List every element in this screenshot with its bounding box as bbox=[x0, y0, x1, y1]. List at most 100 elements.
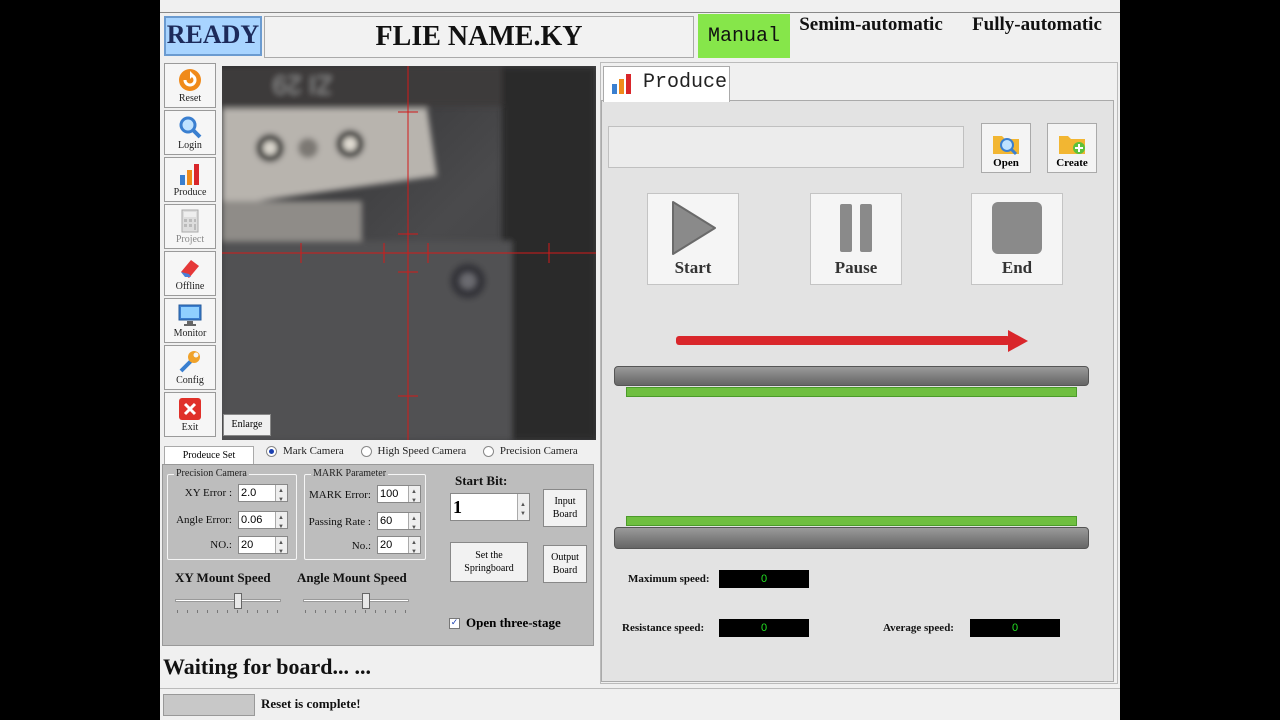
exit-button[interactable]: Exit bbox=[164, 392, 216, 437]
checkbox-checked-icon[interactable]: ✓ bbox=[449, 617, 460, 629]
spin-value: 2.0 bbox=[241, 487, 257, 499]
mark-parameter-group: MARK Parameter MARK Error: 100 Passing R… bbox=[304, 468, 426, 560]
radio-dot[interactable] bbox=[266, 445, 277, 457]
button-line: Set the bbox=[475, 550, 503, 561]
camera-selector: Mark Camera High Speed Camera Precision … bbox=[266, 445, 592, 461]
radio-dot[interactable] bbox=[360, 445, 372, 457]
monitor-button[interactable]: Monitor bbox=[164, 298, 216, 343]
mark-error-input[interactable]: 100 bbox=[377, 484, 421, 509]
spin-arrows-icon[interactable] bbox=[517, 492, 529, 527]
slider-ticks bbox=[177, 610, 279, 613]
end-button[interactable]: End bbox=[971, 193, 1063, 285]
enlarge-button[interactable]: Enlarge bbox=[223, 414, 271, 436]
spin-value: 20 bbox=[241, 539, 254, 551]
spin-arrows-icon[interactable] bbox=[408, 535, 420, 560]
three-stage-option[interactable]: ✓ Open three-stage bbox=[449, 615, 561, 631]
open-button[interactable]: Open bbox=[981, 123, 1031, 173]
three-stage-label: Open three-stage bbox=[466, 615, 561, 630]
spin-value: 60 bbox=[380, 515, 393, 527]
spin-arrows-icon[interactable] bbox=[408, 484, 420, 509]
radio-high-speed-camera[interactable]: High Speed Camera bbox=[360, 445, 466, 457]
offline-button[interactable]: Offline bbox=[164, 251, 216, 296]
mode-fully-automatic-tab[interactable]: Fully-automatic bbox=[964, 14, 1110, 58]
reset-status-message: Reset is complete! bbox=[261, 696, 361, 711]
average-speed-value: 0 bbox=[970, 619, 1060, 637]
pause-button[interactable]: Pause bbox=[810, 193, 902, 285]
progress-box bbox=[163, 694, 255, 716]
stop-icon bbox=[992, 202, 1042, 254]
mark-error-label: MARK Error: bbox=[308, 489, 371, 501]
mode-manual-tab[interactable]: Manual bbox=[698, 14, 790, 58]
tab-produce-set[interactable]: Prodeuce Set bbox=[164, 446, 254, 466]
project-button[interactable]: Project bbox=[164, 204, 216, 249]
project-path-field[interactable] bbox=[608, 126, 964, 168]
config-button[interactable]: Config bbox=[164, 345, 216, 390]
camera-image: ZI 29 bbox=[222, 66, 596, 440]
slider-track bbox=[175, 599, 281, 602]
radio-label: Mark Camera bbox=[283, 445, 344, 457]
passing-rate-input[interactable]: 60 bbox=[377, 511, 421, 536]
create-button[interactable]: Create bbox=[1047, 123, 1097, 173]
maximum-speed-value: 0 bbox=[719, 570, 809, 588]
spin-arrows-icon[interactable] bbox=[275, 535, 287, 560]
radio-precision-camera[interactable]: Precision Camera bbox=[482, 445, 578, 457]
radio-mark-camera[interactable]: Mark Camera bbox=[266, 445, 344, 457]
pause-icon bbox=[840, 204, 872, 252]
main-window: READY FLIE NAME.KY Manual Semim-automati… bbox=[160, 0, 1120, 720]
camera-view[interactable]: ZI 29 bbox=[222, 66, 596, 440]
button-line: Input bbox=[554, 496, 576, 507]
top-divider bbox=[160, 12, 1120, 13]
slider-thumb[interactable] bbox=[362, 593, 370, 609]
angle-error-label: Angle Error: bbox=[176, 514, 232, 526]
folder-open-icon bbox=[993, 136, 1019, 156]
xy-mount-speed-slider[interactable] bbox=[175, 593, 281, 613]
mode-semi-automatic-tab[interactable]: Semim-automatic bbox=[792, 14, 950, 58]
spin-arrows-icon[interactable] bbox=[275, 483, 287, 508]
button-line: Output bbox=[551, 552, 579, 563]
reset-button[interactable]: Reset bbox=[164, 63, 216, 108]
close-icon bbox=[179, 398, 201, 420]
slider-thumb[interactable] bbox=[234, 593, 242, 609]
start-bit-label: Start Bit: bbox=[455, 473, 508, 488]
xy-error-input[interactable]: 2.0 bbox=[238, 483, 288, 508]
spin-arrows-icon[interactable] bbox=[275, 510, 287, 535]
bar-chart-icon bbox=[180, 164, 199, 185]
passing-rate-label: Passing Rate : bbox=[308, 516, 371, 528]
file-name-display: FLIE NAME.KY bbox=[264, 16, 694, 58]
offline-label: Offline bbox=[175, 281, 205, 292]
button-line: Board bbox=[552, 565, 578, 576]
input-board-button[interactable]: Input Board bbox=[543, 489, 587, 527]
conveyor-rail-top bbox=[614, 366, 1089, 386]
status-indicator: READY bbox=[164, 16, 262, 56]
pause-label: Pause bbox=[834, 258, 878, 277]
conveyor-rail-bottom bbox=[614, 527, 1089, 549]
login-button[interactable]: Login bbox=[164, 110, 216, 155]
conveyor-belt-top bbox=[626, 387, 1077, 397]
produce-button[interactable]: Produce bbox=[164, 157, 216, 202]
reset-label: Reset bbox=[178, 93, 202, 104]
set-springboard-button[interactable]: Set the Springboard bbox=[450, 542, 528, 582]
angle-mount-speed-slider[interactable] bbox=[303, 593, 409, 613]
xy-mount-speed-label: XY Mount Speed bbox=[175, 570, 271, 585]
board-status-text: Waiting for board... ... bbox=[163, 654, 372, 679]
output-board-button[interactable]: Output Board bbox=[543, 545, 587, 583]
spin-arrows-icon[interactable] bbox=[408, 511, 420, 536]
start-button[interactable]: Start bbox=[647, 193, 739, 285]
calculator-icon bbox=[181, 209, 199, 233]
precision-no-input[interactable]: 20 bbox=[238, 535, 288, 560]
folder-add-icon bbox=[1059, 136, 1085, 154]
monitor-icon bbox=[178, 304, 202, 326]
angle-mount-speed-label: Angle Mount Speed bbox=[297, 570, 407, 585]
maximum-speed-label: Maximum speed: bbox=[628, 573, 710, 585]
slider-track bbox=[303, 599, 409, 602]
slider-ticks bbox=[305, 610, 407, 613]
radio-dot[interactable] bbox=[482, 445, 494, 457]
start-bit-input[interactable]: 1 bbox=[450, 492, 530, 527]
average-speed-label: Average speed: bbox=[883, 622, 954, 634]
open-label: Open bbox=[993, 157, 1019, 169]
angle-error-input[interactable]: 0.06 bbox=[238, 510, 288, 535]
button-line: Board bbox=[552, 509, 578, 520]
mark-no-input[interactable]: 20 bbox=[377, 535, 421, 560]
left-toolbar: Reset Login Produce Project Offline Moni… bbox=[164, 63, 216, 439]
button-line: Springboard bbox=[464, 563, 514, 574]
